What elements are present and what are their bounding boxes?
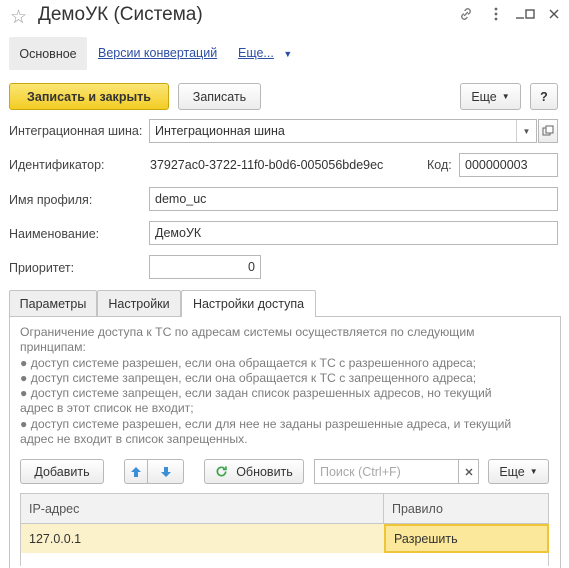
arrow-up-icon[interactable] bbox=[124, 459, 148, 484]
toolbar-more-label: Еще bbox=[471, 89, 497, 104]
link-icon[interactable] bbox=[456, 6, 476, 26]
column-ip[interactable]: IP-адрес bbox=[21, 494, 384, 523]
table-more-button[interactable]: Еще ▼ bbox=[488, 459, 549, 484]
refresh-icon bbox=[215, 465, 228, 478]
info-line: адрес не входит в список запрещенных. bbox=[20, 432, 248, 447]
name-field[interactable]: ДемоУК bbox=[149, 221, 558, 245]
table-body bbox=[20, 553, 549, 566]
info-line: ● доступ системе запрещен, если задан сп… bbox=[20, 386, 492, 401]
tab-settings[interactable]: Настройки bbox=[97, 290, 181, 316]
tab-access-settings[interactable]: Настройки доступа bbox=[181, 290, 316, 317]
tab-params[interactable]: Параметры bbox=[9, 290, 97, 316]
open-icon[interactable] bbox=[538, 119, 558, 143]
info-line: ● доступ системе разрешен, если для нее … bbox=[20, 416, 512, 431]
maximize-icon[interactable] bbox=[520, 6, 540, 26]
bus-value: Интеграционная шина bbox=[155, 124, 285, 138]
table-more-label: Еще bbox=[499, 464, 525, 479]
arrow-down-icon[interactable] bbox=[147, 459, 184, 484]
id-value: 37927ac0-3722-11f0-b0d6-005056bde9ec bbox=[150, 158, 384, 172]
refresh-button[interactable]: Обновить bbox=[204, 459, 304, 484]
save-button[interactable]: Записать bbox=[178, 83, 261, 110]
profile-field[interactable]: demo_uc bbox=[149, 187, 558, 211]
info-line: принципам: bbox=[20, 340, 86, 355]
priority-field[interactable]: 0 bbox=[149, 255, 261, 279]
bus-field[interactable]: Интеграционная шина ▼ bbox=[149, 119, 537, 143]
window-title: ДемоУК (Система) bbox=[38, 4, 203, 25]
name-label: Наименование: bbox=[9, 227, 100, 241]
nav-more-label: Еще... bbox=[238, 46, 274, 60]
chevron-down-icon: ▼ bbox=[283, 49, 293, 59]
star-icon[interactable]: ☆ bbox=[10, 6, 27, 29]
code-label: Код: bbox=[427, 158, 452, 172]
chevron-down-icon: ▼ bbox=[501, 92, 510, 101]
nav-more[interactable]: Еще... ▼ bbox=[238, 46, 292, 60]
nav-conversion-versions[interactable]: Версии конвертаций bbox=[98, 46, 217, 60]
clear-search-icon[interactable] bbox=[458, 459, 479, 484]
table-header: IP-адрес Правило bbox=[20, 493, 549, 524]
save-and-close-button[interactable]: Записать и закрыть bbox=[9, 83, 169, 110]
toolbar-more-button[interactable]: Еще ▼ bbox=[460, 83, 521, 110]
nav-main[interactable]: Основное bbox=[9, 37, 87, 70]
chevron-down-icon[interactable]: ▼ bbox=[516, 120, 536, 142]
more-vertical-icon[interactable] bbox=[486, 6, 506, 26]
code-field[interactable]: 000000003 bbox=[459, 153, 558, 177]
info-line: ● доступ системе разрешен, если она обра… bbox=[20, 355, 477, 370]
profile-label: Имя профиля: bbox=[9, 193, 93, 207]
access-info: Ограничение доступа к ТС по адресам сист… bbox=[20, 325, 550, 447]
add-button[interactable]: Добавить bbox=[20, 459, 104, 484]
info-line: адрес в этот список не входит; bbox=[20, 401, 194, 416]
cell-rule[interactable]: Разрешить bbox=[384, 524, 549, 553]
chevron-down-icon: ▼ bbox=[529, 467, 538, 476]
close-icon[interactable] bbox=[544, 6, 564, 26]
id-label: Идентификатор: bbox=[9, 158, 105, 172]
priority-label: Приоритет: bbox=[9, 261, 75, 275]
help-button[interactable]: ? bbox=[530, 83, 558, 110]
info-line: Ограничение доступа к ТС по адресам сист… bbox=[20, 325, 475, 339]
info-line: ● доступ системе запрещен, если она обра… bbox=[20, 370, 477, 385]
table-row[interactable]: 127.0.0.1 Разрешить bbox=[20, 524, 549, 553]
bus-label: Интеграционная шина: bbox=[9, 124, 143, 138]
refresh-label: Обновить bbox=[236, 464, 293, 479]
cell-ip[interactable]: 127.0.0.1 bbox=[21, 524, 384, 553]
search-input[interactable]: Поиск (Ctrl+F) bbox=[314, 459, 459, 484]
column-rule[interactable]: Правило bbox=[384, 494, 548, 523]
